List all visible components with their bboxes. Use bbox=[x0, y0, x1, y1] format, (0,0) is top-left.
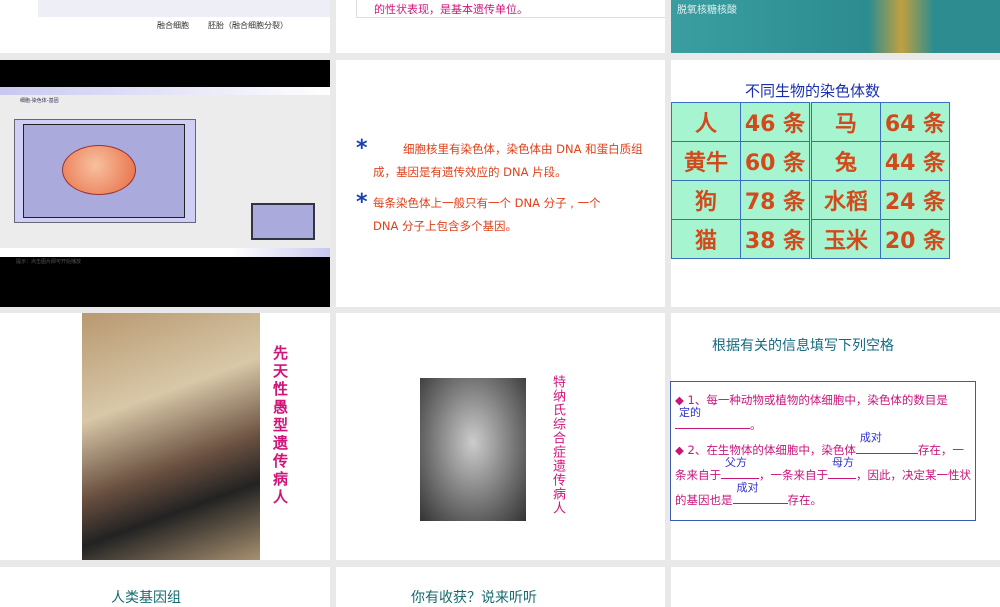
text: 24 条 bbox=[880, 180, 950, 220]
text: 狗 bbox=[671, 180, 741, 220]
patient-photo bbox=[82, 313, 260, 560]
text: 成对 bbox=[736, 481, 759, 494]
text: 44 条 bbox=[880, 141, 950, 181]
slide-thumbnail-11[interactable]: 你有收获？说来听听 bbox=[336, 567, 665, 607]
slide-thumbnail-5[interactable]: * 细胞核里有染色体，染色体由 DNA 和蛋白质组成，基因是有遗传效应的 DNA… bbox=[336, 60, 665, 307]
paragraph: 细胞核里有染色体，染色体由 DNA 和蛋白质组成，基因是有遗传效应的 DNA 片… bbox=[373, 142, 643, 179]
text: 。 bbox=[750, 418, 762, 432]
slide-thumbnail-2[interactable]: 的性状表现，是基本遗传单位。 bbox=[336, 0, 665, 53]
text: 2、在生物体的体细胞中，染色体 bbox=[687, 443, 856, 457]
text: 母方 bbox=[832, 456, 854, 469]
cell-fusion-image bbox=[38, 0, 330, 17]
text: 78 条 bbox=[740, 180, 811, 220]
star-bullet-icon: * bbox=[356, 136, 368, 161]
text: 64 条 bbox=[880, 102, 950, 142]
slide-thumbnail-12[interactable] bbox=[671, 567, 1000, 607]
text: 20 条 bbox=[880, 219, 950, 259]
chromosome-table: 人 46 条马 64 条 黄牛 60 条兔 44 条 狗 78 条水稻 24 条 猫 38 条… bbox=[671, 102, 950, 259]
cell-icon bbox=[62, 145, 136, 195]
slide-thumbnail-4[interactable]: 细胞-染色体-基因 提示：点击图片即可开始播放 bbox=[0, 60, 330, 307]
patient-photo bbox=[420, 378, 526, 521]
text: 猫 bbox=[671, 219, 741, 259]
thumbnail-preview bbox=[251, 203, 315, 240]
slide-thumbnail-10[interactable]: 人类基因组 bbox=[0, 567, 330, 607]
text: 定的 bbox=[679, 406, 701, 419]
player-status: 提示：点击图片即可开始播放 bbox=[16, 259, 82, 265]
dna-label: 脱氧核糖核酸 bbox=[677, 5, 737, 16]
text: 60 条 bbox=[740, 141, 811, 181]
slide-thumbnail-8[interactable]: 特纳氏综合症遗传病人 bbox=[336, 313, 665, 560]
star-bullet-icon: * bbox=[356, 190, 368, 215]
text: 46 条 bbox=[740, 102, 811, 142]
slide-thumbnail-1[interactable]: 融合细胞 胚胎（融合细胞分裂） bbox=[0, 0, 330, 53]
text: ，一条来自于 bbox=[759, 468, 828, 482]
text: 玉米 bbox=[809, 219, 881, 259]
slide-title: 根据有关的信息填写下列空格 bbox=[712, 338, 894, 354]
text: 人 bbox=[671, 102, 741, 142]
text: 38 条 bbox=[740, 219, 811, 259]
slide-thumbnail-6[interactable]: 不同生物的染色体数 人 46 条马 64 条 黄牛 60 条兔 44 条 狗 78 条水稻… bbox=[671, 60, 1000, 307]
text: 兔 bbox=[809, 141, 881, 181]
slide-thumbnail-7[interactable]: 先天性愚型遗传病人 bbox=[0, 313, 330, 560]
caption: 胚胎（融合细胞分裂） bbox=[208, 21, 288, 30]
slide-text: 的性状表现，是基本遗传单位。 bbox=[374, 3, 528, 16]
vertical-caption: 先天性愚型遗传病人 bbox=[271, 345, 289, 507]
video-player[interactable]: 细胞-染色体-基因 提示：点击图片即可开始播放 bbox=[0, 87, 330, 265]
vertical-caption: 特纳氏综合症遗传病人 bbox=[550, 375, 565, 515]
slide-title: 人类基因组 bbox=[111, 590, 181, 606]
text: 成对 bbox=[859, 431, 882, 444]
text: 1、每一种动物或植物的体细胞中，染色体的数目是 bbox=[687, 393, 948, 407]
table-title: 不同生物的染色体数 bbox=[745, 82, 881, 100]
slide-title: 你有收获？说来听听 bbox=[411, 590, 537, 606]
text: 马 bbox=[809, 102, 881, 142]
slide-thumbnail-3[interactable]: 脱氧核糖核酸 bbox=[671, 0, 1000, 53]
text: 水稻 bbox=[809, 180, 881, 220]
player-title: 细胞-染色体-基因 bbox=[20, 98, 59, 104]
paragraph: 每条染色体上一般只有一个 DNA 分子 , 一个 DNA 分子上包含多个基因。 bbox=[373, 196, 601, 233]
text: 黄牛 bbox=[671, 141, 741, 181]
fill-in-blanks-box: ◆ 1、每一种动物或植物的体细胞中，染色体的数目是 定的。 ◆ 2、在生物体的体细… bbox=[670, 381, 976, 521]
text: 父方 bbox=[725, 456, 747, 469]
text: 存在。 bbox=[787, 493, 823, 507]
caption: 融合细胞 bbox=[157, 21, 189, 30]
